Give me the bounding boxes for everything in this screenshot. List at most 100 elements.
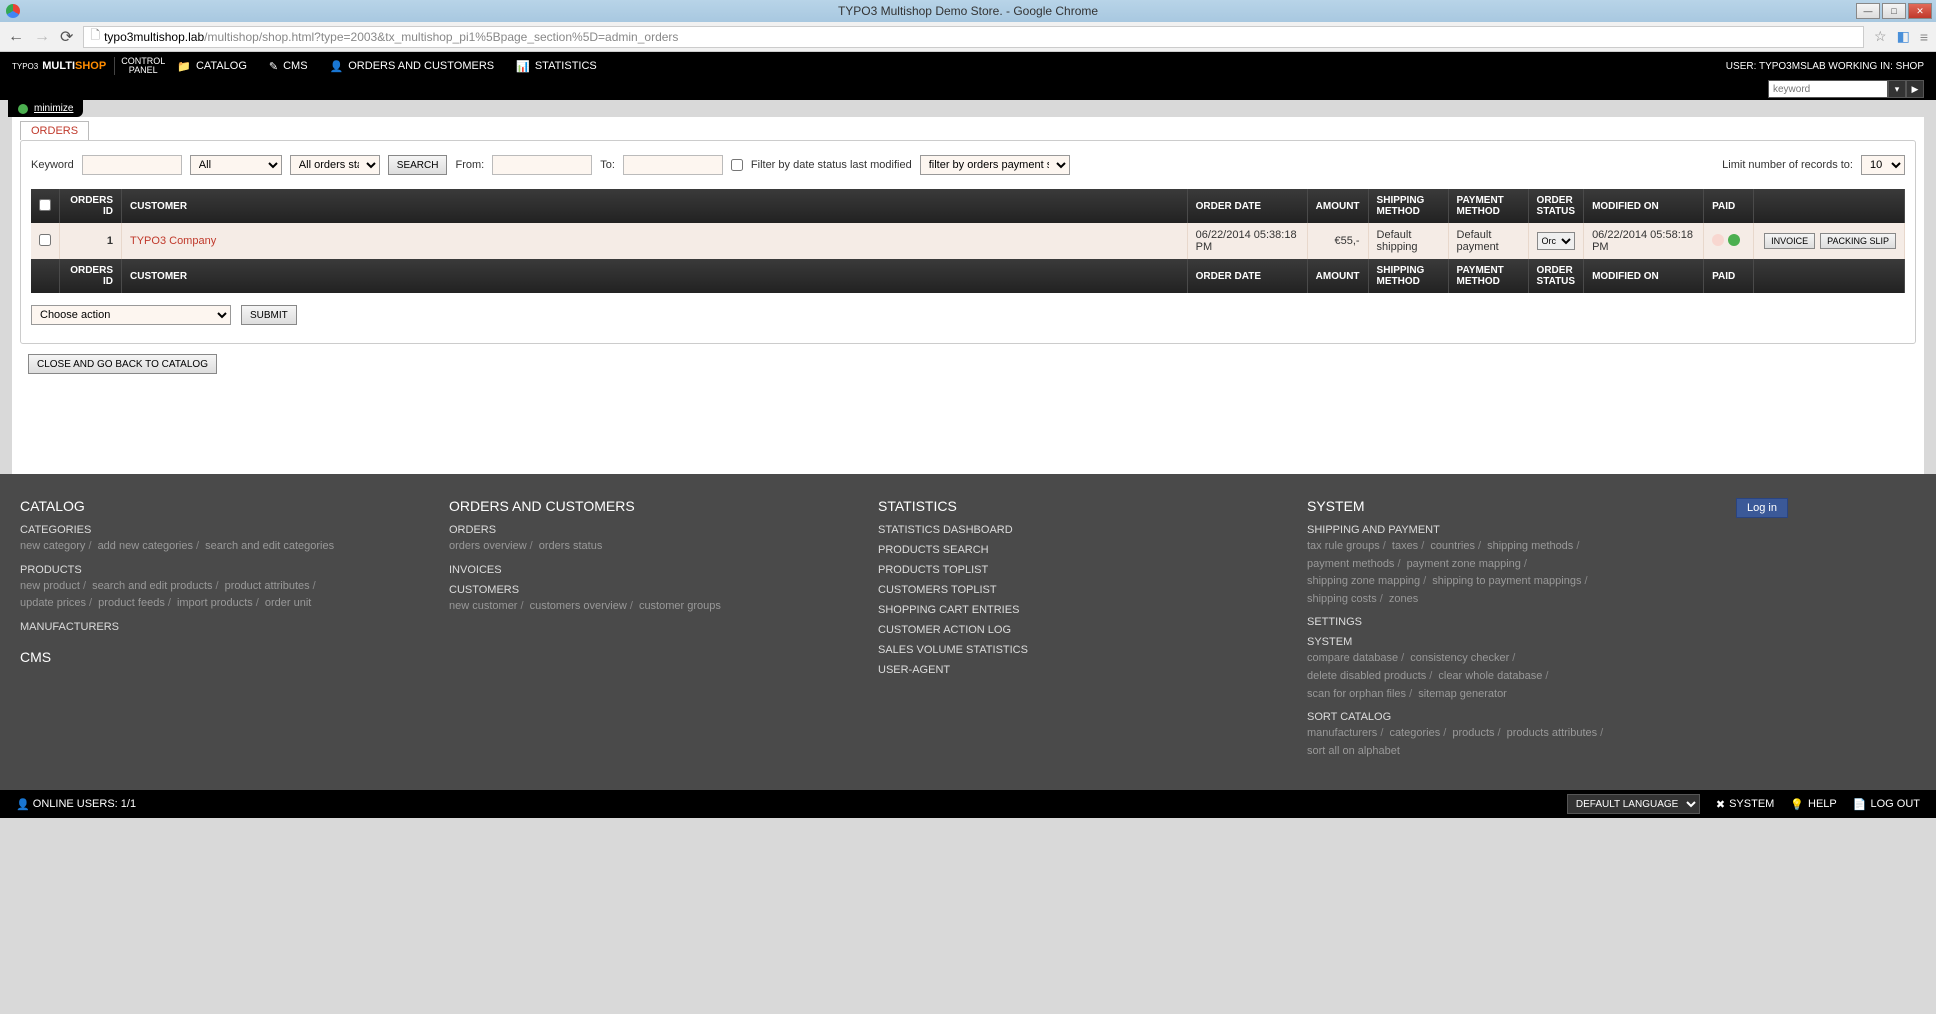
language-select[interactable]: DEFAULT LANGUAGE: [1567, 794, 1700, 814]
link-new-customer[interactable]: new customer: [449, 600, 517, 612]
nav-catalog[interactable]: 📁CATALOG: [177, 60, 247, 73]
th-amount[interactable]: AMOUNT: [1307, 189, 1368, 223]
footer-manufacturers[interactable]: MANUFACTURERS: [20, 621, 409, 633]
link-search-categories[interactable]: search and edit categories: [205, 540, 334, 552]
link-customers-toplist[interactable]: CUSTOMERS TOPLIST: [878, 584, 1267, 596]
orders-status-select[interactable]: All orders status: [290, 155, 380, 175]
th-paid[interactable]: PAID: [1704, 189, 1754, 223]
back-button[interactable]: ←: [8, 28, 24, 46]
url-bar[interactable]: 🗋 typo3multishop.lab /multishop/shop.htm…: [83, 26, 1864, 48]
forward-button[interactable]: →: [34, 28, 50, 46]
link-orders-status[interactable]: orders status: [539, 540, 603, 552]
link-sort-manufacturers[interactable]: manufacturers: [1307, 727, 1377, 739]
link-user-agent[interactable]: USER-AGENT: [878, 664, 1267, 676]
link-search-products[interactable]: search and edit products: [92, 580, 212, 592]
paid-dot-paid-icon[interactable]: [1728, 234, 1740, 246]
footer-system-h[interactable]: SYSTEM: [1307, 636, 1696, 648]
link-taxes[interactable]: taxes: [1392, 540, 1418, 552]
link-new-product[interactable]: new product: [20, 580, 80, 592]
minimize-window-button[interactable]: —: [1856, 3, 1880, 19]
bookmark-icon[interactable]: ☆: [1874, 28, 1887, 45]
nav-stats[interactable]: 📊STATISTICS: [516, 60, 597, 73]
choose-action-select[interactable]: Choose action: [31, 305, 231, 325]
from-input[interactable]: [492, 155, 592, 175]
tab-orders[interactable]: ORDERS: [20, 121, 89, 140]
footer-shipping-payment[interactable]: SHIPPING AND PAYMENT: [1307, 524, 1696, 536]
search-dropdown-button[interactable]: ▾: [1888, 80, 1906, 98]
link-sort-categories[interactable]: categories: [1389, 727, 1440, 739]
filter-date-checkbox[interactable]: [731, 159, 743, 171]
link-tax-rule-groups[interactable]: tax rule groups: [1307, 540, 1380, 552]
invoice-button[interactable]: INVOICE: [1764, 233, 1815, 249]
th-status[interactable]: ORDER STATUS: [1528, 189, 1584, 223]
link-action-log[interactable]: CUSTOMER ACTION LOG: [878, 624, 1267, 636]
link-product-feeds[interactable]: product feeds: [98, 597, 165, 609]
reload-button[interactable]: ⟳: [60, 27, 73, 47]
login-button[interactable]: Log in: [1736, 498, 1788, 518]
link-clear-db[interactable]: clear whole database: [1438, 670, 1542, 682]
payment-status-select[interactable]: filter by orders payment status: [920, 155, 1070, 175]
link-products-toplist[interactable]: PRODUCTS TOPLIST: [878, 564, 1267, 576]
link-sales-volume[interactable]: SALES VOLUME STATISTICS: [878, 644, 1267, 656]
close-window-button[interactable]: ✕: [1908, 3, 1932, 19]
link-shipping-methods[interactable]: shipping methods: [1487, 540, 1573, 552]
extension-icon[interactable]: ◧: [1897, 28, 1910, 45]
th-orders-id[interactable]: ORDERS ID: [60, 189, 122, 223]
link-product-attributes[interactable]: product attributes: [225, 580, 310, 592]
bottombar-help[interactable]: 💡HELP: [1790, 798, 1836, 811]
link-customers-overview[interactable]: customers overview: [530, 600, 627, 612]
link-scan-orphan[interactable]: scan for orphan files: [1307, 688, 1406, 700]
packing-slip-button[interactable]: PACKING SLIP: [1820, 233, 1896, 249]
select-all-checkbox[interactable]: [39, 199, 51, 211]
footer-invoices[interactable]: INVOICES: [449, 564, 838, 576]
minimize-link[interactable]: minimize: [34, 103, 73, 114]
link-compare-db[interactable]: compare database: [1307, 652, 1398, 664]
minimize-bar[interactable]: minimize: [8, 100, 83, 117]
th-shipping[interactable]: SHIPPING METHOD: [1368, 189, 1448, 223]
link-import-products[interactable]: import products: [177, 597, 253, 609]
bottombar-system[interactable]: ✖SYSTEM: [1716, 798, 1774, 811]
type-select[interactable]: All: [190, 155, 282, 175]
th-customer[interactable]: CUSTOMER: [122, 189, 1188, 223]
chrome-menu-icon[interactable]: ≡: [1920, 29, 1928, 45]
link-delete-disabled[interactable]: delete disabled products: [1307, 670, 1426, 682]
link-consistency-checker[interactable]: consistency checker: [1410, 652, 1509, 664]
link-sort-all[interactable]: sort all on alphabet: [1307, 745, 1400, 757]
link-payment-zone-mapping[interactable]: payment zone mapping: [1407, 558, 1521, 570]
search-go-button[interactable]: ▶: [1906, 80, 1924, 98]
logo[interactable]: TYPO3 MULTISHOP: [12, 60, 106, 72]
footer-customers[interactable]: CUSTOMERS: [449, 584, 838, 596]
link-sitemap[interactable]: sitemap generator: [1418, 688, 1507, 700]
paid-dot-unpaid-icon[interactable]: [1712, 234, 1724, 246]
nav-cms[interactable]: ✎CMS: [269, 60, 308, 73]
link-shipping-costs[interactable]: shipping costs: [1307, 593, 1377, 605]
footer-categories[interactable]: CATEGORIES: [20, 524, 409, 536]
link-customer-groups[interactable]: customer groups: [639, 600, 721, 612]
footer-orders[interactable]: ORDERS: [449, 524, 838, 536]
bottombar-logout[interactable]: 📄LOG OUT: [1853, 798, 1920, 811]
nav-orders[interactable]: 👤ORDERS AND CUSTOMERS: [330, 60, 495, 73]
footer-settings[interactable]: SETTINGS: [1307, 616, 1696, 628]
link-new-category[interactable]: new category: [20, 540, 85, 552]
topbar-search-input[interactable]: [1768, 80, 1888, 98]
link-zones[interactable]: zones: [1389, 593, 1418, 605]
submit-button[interactable]: SUBMIT: [241, 305, 297, 325]
link-cart-entries[interactable]: SHOPPING CART ENTRIES: [878, 604, 1267, 616]
keyword-input[interactable]: [82, 155, 182, 175]
link-add-categories[interactable]: add new categories: [98, 540, 193, 552]
row-checkbox[interactable]: [39, 234, 51, 246]
close-back-button[interactable]: CLOSE AND GO BACK TO CATALOG: [28, 354, 217, 374]
link-orders-overview[interactable]: orders overview: [449, 540, 527, 552]
th-payment[interactable]: PAYMENT METHOD: [1448, 189, 1528, 223]
th-order-date[interactable]: ORDER DATE: [1187, 189, 1307, 223]
customer-link[interactable]: TYPO3 Company: [130, 235, 216, 247]
footer-sort-catalog[interactable]: SORT CATALOG: [1307, 711, 1696, 723]
link-stats-dashboard[interactable]: STATISTICS DASHBOARD: [878, 524, 1267, 536]
to-input[interactable]: [623, 155, 723, 175]
table-row[interactable]: 1 TYPO3 Company 06/22/2014 05:38:18 PM €…: [31, 223, 1905, 259]
limit-select[interactable]: 10: [1861, 155, 1905, 175]
link-countries[interactable]: countries: [1430, 540, 1475, 552]
th-modified[interactable]: MODIFIED ON: [1584, 189, 1704, 223]
search-button[interactable]: SEARCH: [388, 155, 448, 175]
link-order-unit[interactable]: order unit: [265, 597, 311, 609]
